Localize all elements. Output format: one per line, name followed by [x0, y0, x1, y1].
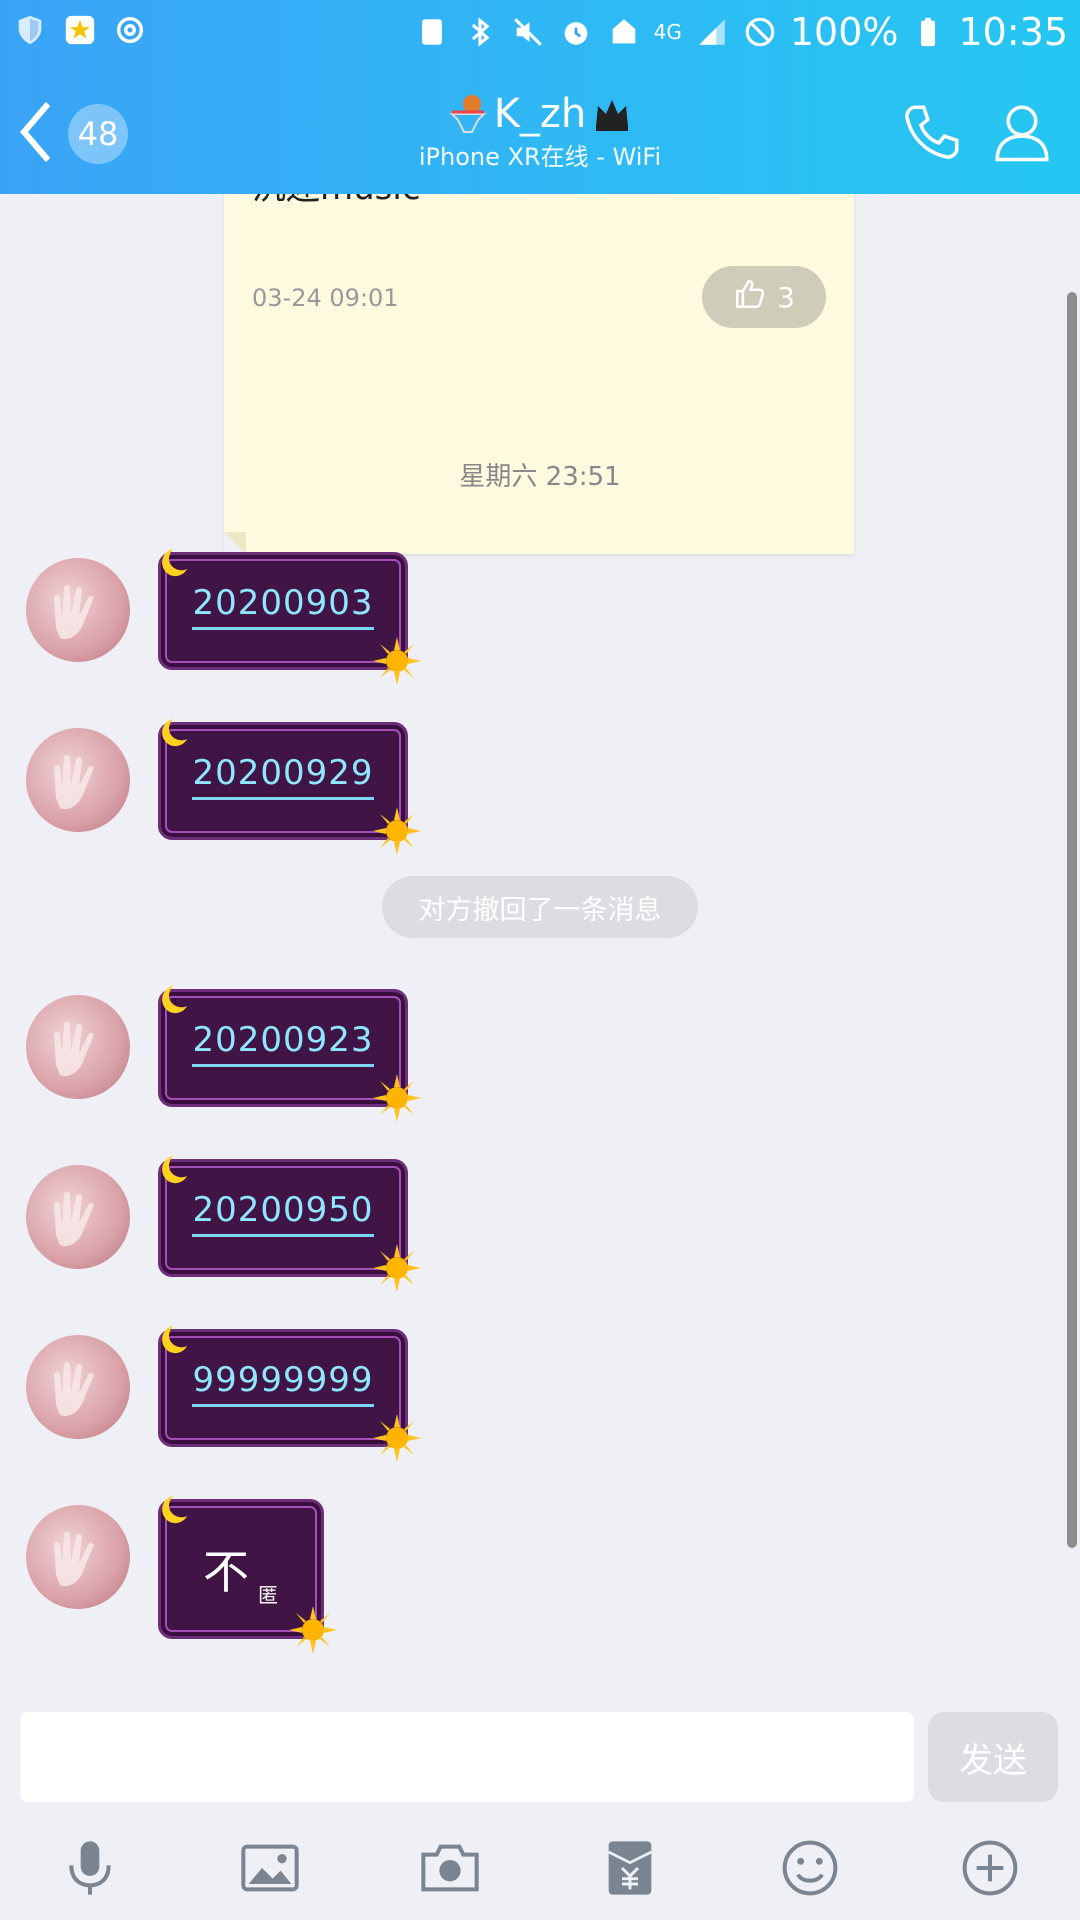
message-text: 不	[203, 1545, 250, 1599]
message-text: 99999999	[192, 1360, 374, 1407]
title-bar: 48 K_zh iPhone XR在线 - WiFi	[0, 70, 1080, 194]
image-icon	[238, 1836, 302, 1904]
message-row: 20200929	[26, 719, 526, 882]
message-input[interactable]	[20, 1712, 914, 1802]
microphone-icon	[58, 1836, 122, 1904]
sun-icon	[371, 805, 423, 857]
avatar[interactable]	[26, 728, 130, 832]
signal-icon	[694, 14, 730, 50]
sun-icon	[287, 1604, 339, 1656]
time-separator: 星期六 23:51	[459, 462, 621, 492]
message-small-text: 匿	[258, 1583, 279, 1607]
moon-icon	[149, 1492, 189, 1532]
sun-icon	[371, 1412, 423, 1464]
no-disturb-icon	[742, 14, 778, 50]
battery-percent: 100%	[789, 10, 899, 54]
moon-icon	[149, 545, 189, 585]
note-timestamp: 03-24 09:01	[252, 284, 399, 312]
clock: 10:35	[958, 10, 1068, 54]
toolbar	[0, 1804, 1080, 1920]
contact-title: K_zh iPhone XR在线 - WiFi	[300, 88, 780, 174]
profile-button[interactable]	[984, 96, 1060, 172]
note-card[interactable]: 沉迷music 03-24 09:01 3	[224, 194, 854, 554]
like-count: 3	[777, 280, 795, 314]
send-button[interactable]: 发送	[928, 1712, 1058, 1802]
sun-icon	[371, 635, 423, 687]
bluetooth-icon	[462, 14, 498, 50]
avatar[interactable]	[26, 1335, 130, 1439]
call-button[interactable]	[894, 96, 970, 172]
image-button[interactable]	[234, 1834, 306, 1906]
message-bubble[interactable]: 不匿	[158, 1496, 337, 1654]
voice-button[interactable]	[54, 1834, 126, 1906]
contact-name: K_zh	[493, 91, 587, 137]
avatar[interactable]	[26, 995, 130, 1099]
avatar[interactable]	[26, 1165, 130, 1269]
moon-icon	[149, 1152, 189, 1192]
chevron-left-icon	[16, 100, 56, 168]
camera-button[interactable]	[414, 1834, 486, 1906]
sun-icon	[371, 1072, 423, 1124]
input-row: 发送	[0, 1694, 1080, 1804]
note-text: 沉迷music	[252, 194, 421, 209]
moon-icon	[149, 982, 189, 1022]
status-bar: 4G 100% 10:35	[0, 0, 1080, 64]
basketball-icon	[446, 92, 490, 136]
network-label: 4G	[653, 20, 682, 44]
message-row: 不匿	[26, 1496, 526, 1659]
emoji-icon	[778, 1836, 842, 1904]
unread-badge: 48	[68, 104, 128, 164]
message-bubble[interactable]: 20200950	[158, 1156, 421, 1292]
moon-icon	[149, 715, 189, 755]
moon-icon	[149, 1322, 189, 1362]
crown-icon	[590, 92, 634, 136]
message-bubble[interactable]: 20200923	[158, 986, 421, 1122]
mute-icon	[510, 14, 546, 50]
contact-status: iPhone XR在线 - WiFi	[418, 143, 662, 171]
message-bubble[interactable]: 20200929	[158, 719, 421, 855]
red-packet-icon	[598, 1836, 662, 1904]
chat-area[interactable]: 沉迷music 03-24 09:01 3 星期六 23:51 20200903…	[0, 194, 1080, 1694]
plus-icon	[958, 1836, 1022, 1904]
thumbs-up-icon	[733, 277, 767, 318]
person-icon	[989, 99, 1055, 169]
emoji-button[interactable]	[774, 1834, 846, 1906]
alarm-icon	[558, 14, 594, 50]
message-row: 99999999	[26, 1326, 526, 1489]
star-app-icon	[62, 12, 98, 48]
phone-icon	[899, 99, 965, 169]
message-bubble[interactable]: 99999999	[158, 1326, 421, 1462]
message-text: 20200929	[192, 753, 374, 800]
recycle-icon	[414, 14, 450, 50]
scrollbar[interactable]	[1067, 292, 1077, 1548]
message-row: 20200923	[26, 986, 526, 1149]
swirl-icon	[112, 12, 148, 48]
message-row: 20200950	[26, 1156, 526, 1319]
red-packet-button[interactable]	[594, 1834, 666, 1906]
more-button[interactable]	[954, 1834, 1026, 1906]
avatar[interactable]	[26, 1505, 130, 1609]
message-bubble[interactable]: 20200903	[158, 549, 421, 685]
message-text: 20200923	[192, 1020, 374, 1067]
battery-icon	[910, 14, 946, 50]
like-button[interactable]: 3	[702, 266, 826, 328]
avatar[interactable]	[26, 558, 130, 662]
shield-icon	[12, 12, 48, 48]
home-box-icon	[606, 14, 642, 50]
message-text: 20200903	[192, 583, 374, 630]
sun-icon	[371, 1242, 423, 1294]
back-button[interactable]: 48	[16, 98, 166, 170]
camera-icon	[418, 1836, 482, 1904]
recall-notice: 对方撤回了一条消息	[382, 876, 698, 938]
header: 4G 100% 10:35 48 K_zh iPhone XR在线 - WiFi	[0, 0, 1080, 194]
message-row: 20200903	[26, 549, 526, 712]
message-text: 20200950	[192, 1190, 374, 1237]
